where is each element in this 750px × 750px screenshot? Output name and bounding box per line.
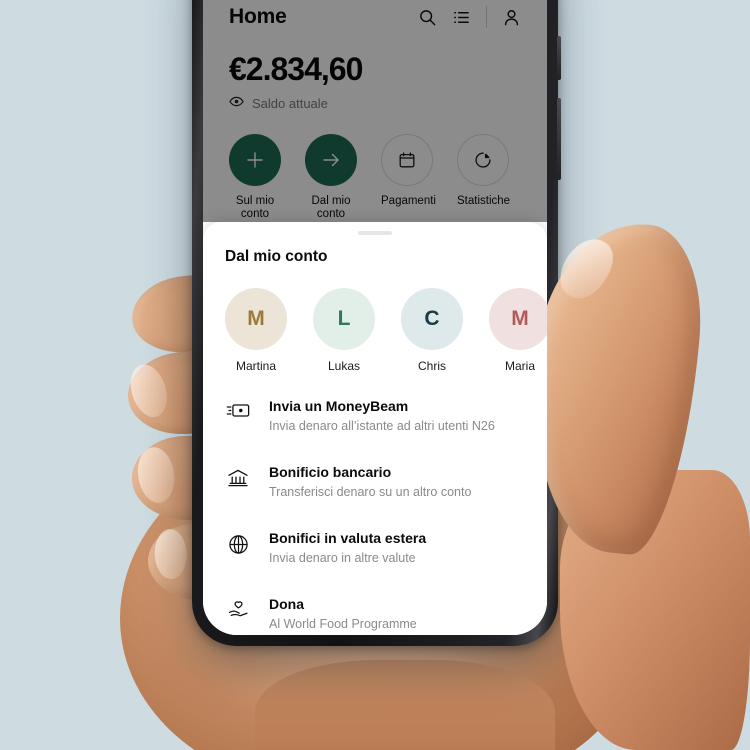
fingernail xyxy=(124,360,173,422)
option-subtitle: Invia denaro all’istante ad altri utenti… xyxy=(269,419,495,433)
option-text: Invia un MoneyBeam Invia denaro all’ista… xyxy=(269,397,495,435)
option-subtitle: Transferisci denaro su un altro conto xyxy=(269,485,472,499)
power-button[interactable] xyxy=(557,98,561,180)
avatar: M xyxy=(489,288,547,350)
thumbnail-nail xyxy=(550,229,622,308)
option-title: Bonifici in valuta estera xyxy=(269,530,427,546)
sheet-drag-handle[interactable] xyxy=(358,231,392,235)
option-subtitle: Al World Food Programme xyxy=(269,617,417,631)
fingernail xyxy=(153,528,188,580)
contact-lukas[interactable]: L Lukas xyxy=(313,288,375,373)
contact-name: Lukas xyxy=(327,359,361,373)
option-text: Bonifici in valuta estera Invia denaro i… xyxy=(269,529,426,567)
phone-screen: Home €2.834,60 Saldo attuale Sul mio con… xyxy=(203,0,547,635)
wrist xyxy=(255,660,555,750)
option-subtitle: Invia denaro in altre valute xyxy=(269,551,416,565)
volume-button[interactable] xyxy=(557,36,561,80)
transfer-options-list: Invia un MoneyBeam Invia denaro all’ista… xyxy=(225,397,525,633)
contact-name: Chris xyxy=(417,359,446,373)
option-text: Dona Al World Food Programme xyxy=(269,595,417,633)
bank-icon xyxy=(225,463,251,488)
option-moneybeam[interactable]: Invia un MoneyBeam Invia denaro all’ista… xyxy=(225,397,525,435)
option-title: Invia un MoneyBeam xyxy=(269,398,409,414)
option-bonifico-bancario[interactable]: Bonificio bancario Transferisci denaro s… xyxy=(225,463,525,501)
sheet-title: Dal mio conto xyxy=(225,248,328,265)
option-dona[interactable]: Dona Al World Food Programme xyxy=(225,595,525,633)
bottom-sheet: Dal mio conto M Martina L Lukas C Chris xyxy=(203,222,547,635)
option-title: Bonificio bancario xyxy=(269,464,392,480)
contact-maria[interactable]: M Maria xyxy=(489,288,547,373)
sheet-scrim[interactable] xyxy=(203,0,547,222)
option-valuta-estera[interactable]: Bonifici in valuta estera Invia denaro i… xyxy=(225,529,525,567)
avatar: C xyxy=(401,288,463,350)
scene: Home €2.834,60 Saldo attuale Sul mio con… xyxy=(0,0,750,750)
contact-martina[interactable]: M Martina xyxy=(225,288,287,373)
contacts-row: M Martina L Lukas C Chris M Maria xyxy=(225,288,547,373)
contact-name: Martina xyxy=(235,359,276,373)
contact-chris[interactable]: C Chris xyxy=(401,288,463,373)
globe-icon xyxy=(225,529,251,555)
phone-device: Home €2.834,60 Saldo attuale Sul mio con… xyxy=(192,0,561,646)
option-title: Dona xyxy=(269,596,304,612)
option-text: Bonificio bancario Transferisci denaro s… xyxy=(269,463,471,501)
avatar: L xyxy=(313,288,375,350)
money-send-icon xyxy=(225,397,251,419)
heart-hand-icon xyxy=(225,595,251,620)
fingernail xyxy=(134,444,178,506)
contact-name: Maria xyxy=(504,359,535,373)
avatar: M xyxy=(225,288,287,350)
